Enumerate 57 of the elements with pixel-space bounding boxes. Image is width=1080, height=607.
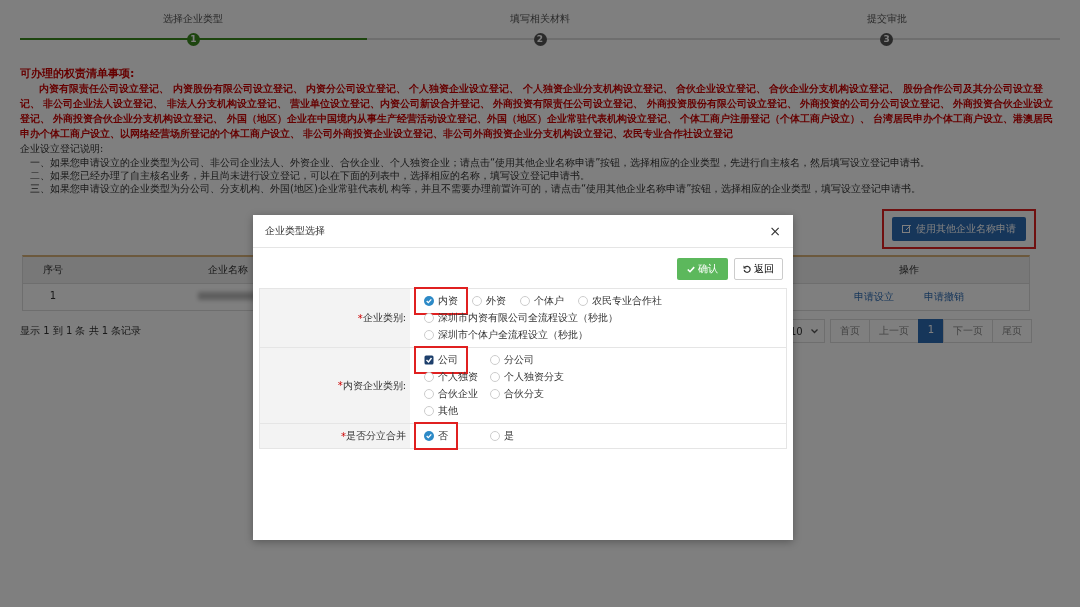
- caret-icon: [810, 328, 818, 334]
- radio-button[interactable]: [424, 296, 434, 306]
- option-label: 深圳市个体户全流程设立（秒批）: [438, 328, 588, 342]
- option-label: 公司: [438, 353, 458, 367]
- action-link[interactable]: 申请设立: [854, 290, 894, 304]
- column-header: 序号: [23, 257, 83, 283]
- radio-button[interactable]: [490, 431, 500, 441]
- close-button[interactable]: ×: [769, 223, 781, 239]
- step-number: 2: [533, 32, 547, 46]
- option-label: 否: [438, 429, 448, 443]
- option-label: 分公司: [504, 353, 534, 367]
- radio-button[interactable]: [424, 313, 434, 323]
- step-label: 选择企业类型: [163, 12, 224, 26]
- option-label: 是: [504, 429, 514, 443]
- notice-items: 内资有限责任公司设立登记、 内资股份有限公司设立登记、 内资分公司设立登记、 个人独资企业设立登记、 个人独资企业分支机构设立登记、 合伙企业设立登记、 合伙企业分支机构设立登记、 股份合作公司及其分公司设立登记、 非公司企业法人设立登记、 非法人分支机构设立登记、 营业单位设立登记、内资公司新设合并登记、 外商投资有限责任公司设立登记、 外商投资股份有限公司设立登记、 外商投资的公司分公司设立登记、 外商投资合伙企业设立登记、 外商投资合伙企业分支机构设立登记、 外国（地区）企业在中国境内从事生产经营活动设立登记、外国（地区）企业常驻代表机构设立登记、 个体工商户注册登记（个体工商户设立）、 台湾居民申办个体工商户设立、港澳居民申办个体工商户设立、以网络经营场所登记的个体工商户设立、 非公司外商投资企业设立登记、非公司外商投资企业分支机构设立登记、农民专业合作社设立登记: [20, 82, 1055, 141]
- step-number: 1: [186, 32, 200, 46]
- radio-button[interactable]: [424, 372, 434, 382]
- option-label: 农民专业合作社: [592, 294, 662, 308]
- option-label: 个体户: [534, 294, 564, 308]
- radio-button[interactable]: [424, 330, 434, 340]
- other-name-button[interactable]: 使用其他企业名称申请: [892, 217, 1026, 241]
- option-label: 外资: [486, 294, 506, 308]
- guide-title: 企业设立登记说明:: [20, 142, 105, 156]
- check-icon: [687, 265, 695, 273]
- radio-button[interactable]: [424, 431, 434, 441]
- dialog-title: 企业类型选择: [265, 224, 325, 238]
- option-label: 合伙企业: [438, 387, 478, 401]
- action-link[interactable]: 申请撤销: [924, 290, 964, 304]
- radio-button[interactable]: [472, 296, 482, 306]
- option-label: 其他: [438, 404, 458, 418]
- radio-button[interactable]: [578, 296, 588, 306]
- undo-icon: [743, 265, 751, 273]
- step-label: 提交审批: [866, 12, 907, 26]
- radio-button[interactable]: [490, 372, 500, 382]
- option-label: 内资: [438, 294, 458, 308]
- table-cell: 1: [23, 283, 83, 310]
- field-label: *是否分立合并: [260, 424, 410, 448]
- records-info: 显示 1 到 1 条 共 1 条记录: [20, 324, 142, 338]
- radio-button[interactable]: [520, 296, 530, 306]
- step-number: 3: [880, 32, 894, 46]
- edit-icon: [902, 224, 912, 234]
- field-label: *内资企业类别:: [260, 348, 410, 423]
- radio-button[interactable]: [490, 355, 500, 365]
- back-button[interactable]: 返回: [734, 258, 783, 280]
- radio-button[interactable]: [424, 406, 434, 416]
- notice-title: 可办理的权责清单事项:: [20, 66, 136, 81]
- radio-button[interactable]: [424, 389, 434, 399]
- option-label: 合伙分支: [504, 387, 544, 401]
- option-label: 个人独资分支: [504, 370, 564, 384]
- confirm-button[interactable]: 确认: [677, 258, 728, 280]
- radio-button[interactable]: [490, 389, 500, 399]
- option-label: 深圳市内资有限公司全流程设立（秒批）: [438, 311, 618, 325]
- step-label: 填写相关材料: [510, 12, 570, 26]
- checkbox[interactable]: [424, 355, 434, 365]
- guide-text: 三、如果您申请设立的企业类型为分公司、分支机构、外国(地区)企业常驻代表机 构等，并且不需要办理前置许可的，请点击“使用其他企业名称申请”按钮，选择相应的企业类型，填写设立登记申请书。: [29, 182, 923, 195]
- field-label: *企业类别:: [260, 289, 410, 347]
- option-label: 个人独资: [438, 370, 478, 384]
